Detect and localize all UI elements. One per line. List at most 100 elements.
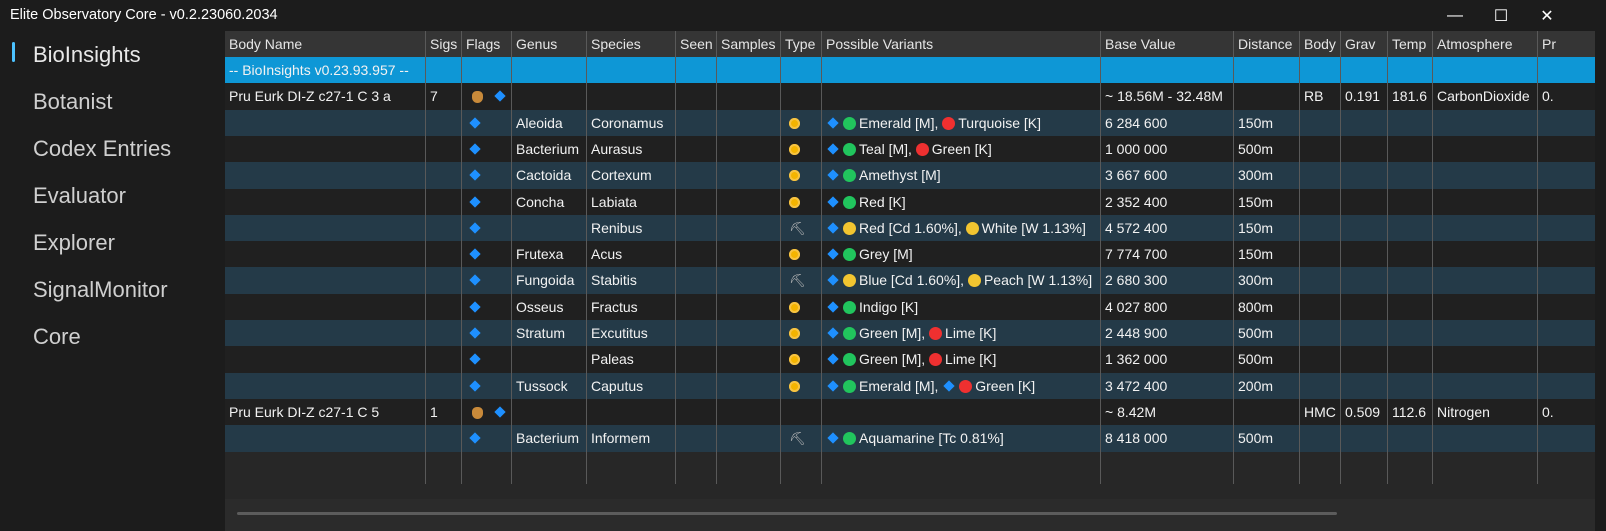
column-header[interactable]: Flags bbox=[462, 31, 512, 57]
variant-dot-icon bbox=[843, 379, 856, 393]
column-header[interactable]: Body bbox=[1300, 31, 1341, 57]
table-row[interactable]: Concha Labiata Red [K] 2 352 400 150m bbox=[225, 188, 1595, 216]
variant-label: Red [Cd 1.60%], bbox=[859, 219, 962, 236]
distance: 300m bbox=[1238, 167, 1274, 184]
base-value: 4 572 400 bbox=[1105, 219, 1168, 236]
table-row[interactable]: Fungoida Stabitis ⛏ Blue [Cd 1.60%], Peach … bbox=[225, 267, 1595, 295]
table-row[interactable]: Paleas Green [M], Lime [K] 1 362 000 500m bbox=[225, 346, 1595, 374]
table-row[interactable]: Bacterium Aurasus Teal [M], Green [K] 1 000… bbox=[225, 135, 1595, 163]
horizontal-scroll-thumb[interactable] bbox=[237, 512, 1337, 515]
distance: 150m bbox=[1238, 193, 1274, 210]
mapped-diamond-icon bbox=[469, 327, 481, 339]
diamond-icon bbox=[827, 353, 839, 365]
body-name: Pru Eurk DI-Z c27-1 C 3 a bbox=[229, 88, 391, 105]
column-header[interactable]: Atmosphere bbox=[1433, 31, 1538, 57]
flags-cell bbox=[462, 267, 512, 294]
diamond-icon bbox=[827, 301, 839, 313]
column-header[interactable]: Grav bbox=[1341, 31, 1388, 57]
column-divider bbox=[511, 31, 512, 484]
genus bbox=[512, 215, 587, 242]
column-header[interactable]: Base Value bbox=[1101, 31, 1234, 57]
pickaxe-icon: ⛏ bbox=[789, 273, 806, 289]
column-header[interactable]: Seen bbox=[676, 31, 717, 57]
sidebar-item-evaluator[interactable]: Evaluator bbox=[33, 181, 126, 211]
column-header[interactable]: Temp bbox=[1388, 31, 1433, 57]
table-row[interactable]: Osseus Fractus Indigo [K] 4 027 800 800m bbox=[225, 293, 1595, 321]
column-divider bbox=[716, 31, 717, 484]
table-row[interactable]: Cactoida Cortexum Amethyst [M] 3 667 600 300… bbox=[225, 162, 1595, 190]
group-row[interactable]: -- BioInsights v0.23.93.957 -- bbox=[225, 57, 1595, 84]
table-row[interactable]: Tussock Caputus Emerald [M], Green [K] 3 47… bbox=[225, 372, 1595, 400]
column-divider bbox=[461, 31, 462, 484]
column-header[interactable]: Genus bbox=[512, 31, 587, 57]
possible-variants: Blue [Cd 1.60%], Peach [W 1.13%] bbox=[822, 267, 1101, 294]
window-title: Elite Observatory Core - v0.2.23060.2034 bbox=[10, 7, 278, 23]
horizontal-scrollbar[interactable] bbox=[225, 499, 1595, 531]
column-header[interactable]: Samples bbox=[717, 31, 781, 57]
diamond-icon bbox=[827, 379, 839, 392]
variant-dot-icon bbox=[843, 248, 856, 262]
sun-icon bbox=[789, 354, 800, 366]
table-row[interactable]: Renibus ⛏ Red [Cd 1.60%], White [W 1.13%] 4… bbox=[225, 214, 1595, 242]
species: Paleas bbox=[591, 351, 634, 368]
variant-dot-icon bbox=[959, 379, 973, 393]
mapped-diamond-icon bbox=[469, 432, 481, 444]
minimize-icon[interactable]: — bbox=[1432, 0, 1478, 31]
body-row[interactable]: Pru Eurk DI-Z c27-1 C 5 1 ~ 8.42M HMC 0.509 1… bbox=[225, 398, 1595, 426]
column-header[interactable]: Species bbox=[587, 31, 676, 57]
type-cell bbox=[781, 136, 822, 163]
body-row[interactable]: Pru Eurk DI-Z c27-1 C 3 a 7 ~ 18.56M - 32.… bbox=[225, 83, 1595, 111]
possible-variants: Green [M], Lime [K] bbox=[822, 346, 1101, 373]
atmosphere: Nitrogen bbox=[1437, 403, 1490, 420]
sidebar-item-core[interactable]: Core bbox=[33, 322, 81, 352]
species: Coronamus bbox=[591, 114, 664, 131]
type-cell bbox=[781, 162, 822, 189]
column-header[interactable]: Distance bbox=[1234, 31, 1300, 57]
table-row[interactable]: Stratum Excutitus Green [M], Lime [K] 2 448… bbox=[225, 320, 1595, 347]
sun-icon bbox=[789, 301, 800, 313]
variant-label: Red [K] bbox=[859, 193, 906, 210]
variant-dot-icon bbox=[843, 353, 856, 367]
vertical-scrollbar[interactable] bbox=[1595, 31, 1606, 531]
mapped-diamond-icon bbox=[469, 301, 481, 313]
column-header[interactable]: Sigs bbox=[426, 31, 462, 57]
maximize-icon[interactable]: ☐ bbox=[1478, 0, 1524, 31]
table-row[interactable]: Frutexa Acus Grey [M] 7 774 700 150m bbox=[225, 241, 1595, 269]
flags-cell bbox=[462, 425, 512, 452]
variant-dot-icon bbox=[929, 353, 943, 367]
close-icon[interactable]: ✕ bbox=[1524, 0, 1570, 31]
column-divider bbox=[1387, 31, 1388, 484]
column-header[interactable]: Type bbox=[781, 31, 822, 57]
sun-icon bbox=[789, 249, 800, 261]
diamond-icon bbox=[827, 222, 839, 234]
species: Excutitus bbox=[591, 325, 648, 341]
sidebar-item-botanist[interactable]: Botanist bbox=[33, 87, 113, 117]
variant-label: Peach [W 1.13%] bbox=[983, 272, 1093, 289]
variant-label: White [W 1.13%] bbox=[981, 219, 1086, 236]
mapped-diamond-icon bbox=[494, 90, 506, 102]
sidebar-item-explorer[interactable]: Explorer bbox=[33, 228, 115, 258]
sidebar-item-signalmonitor[interactable]: SignalMonitor bbox=[33, 275, 168, 305]
table-row[interactable]: Aleoida Coronamus Emerald [M], Turquoise [… bbox=[225, 109, 1595, 137]
pressure: 0. bbox=[1542, 88, 1554, 105]
table-row[interactable]: Bacterium Informem ⛏ Aquamarine [Tc 0.81%] 8… bbox=[225, 425, 1595, 453]
type-cell bbox=[781, 373, 822, 400]
genus: Frutexa bbox=[516, 246, 564, 263]
temperature: 112.6 bbox=[1392, 403, 1426, 420]
mapped-diamond-icon bbox=[469, 353, 481, 365]
genus: Bacterium bbox=[516, 430, 580, 447]
type-cell: ⛏ bbox=[781, 425, 822, 452]
diamond-icon bbox=[827, 274, 839, 287]
body-type: RB bbox=[1304, 88, 1324, 105]
flags-cell bbox=[462, 189, 512, 216]
species: Caputus bbox=[591, 377, 644, 394]
column-header[interactable]: Body Name bbox=[225, 31, 426, 57]
sidebar-item-bioinsights[interactable]: BioInsights bbox=[33, 40, 141, 70]
sun-icon bbox=[789, 196, 800, 208]
column-header[interactable]: Possible Variants bbox=[822, 31, 1101, 57]
title-bar: Elite Observatory Core - v0.2.23060.2034… bbox=[0, 0, 1606, 31]
variant-dot-icon bbox=[843, 195, 856, 209]
genus: Aleoida bbox=[516, 114, 563, 131]
sidebar-item-codex-entries[interactable]: Codex Entries bbox=[33, 134, 171, 164]
column-header[interactable]: Pr bbox=[1538, 31, 1595, 57]
